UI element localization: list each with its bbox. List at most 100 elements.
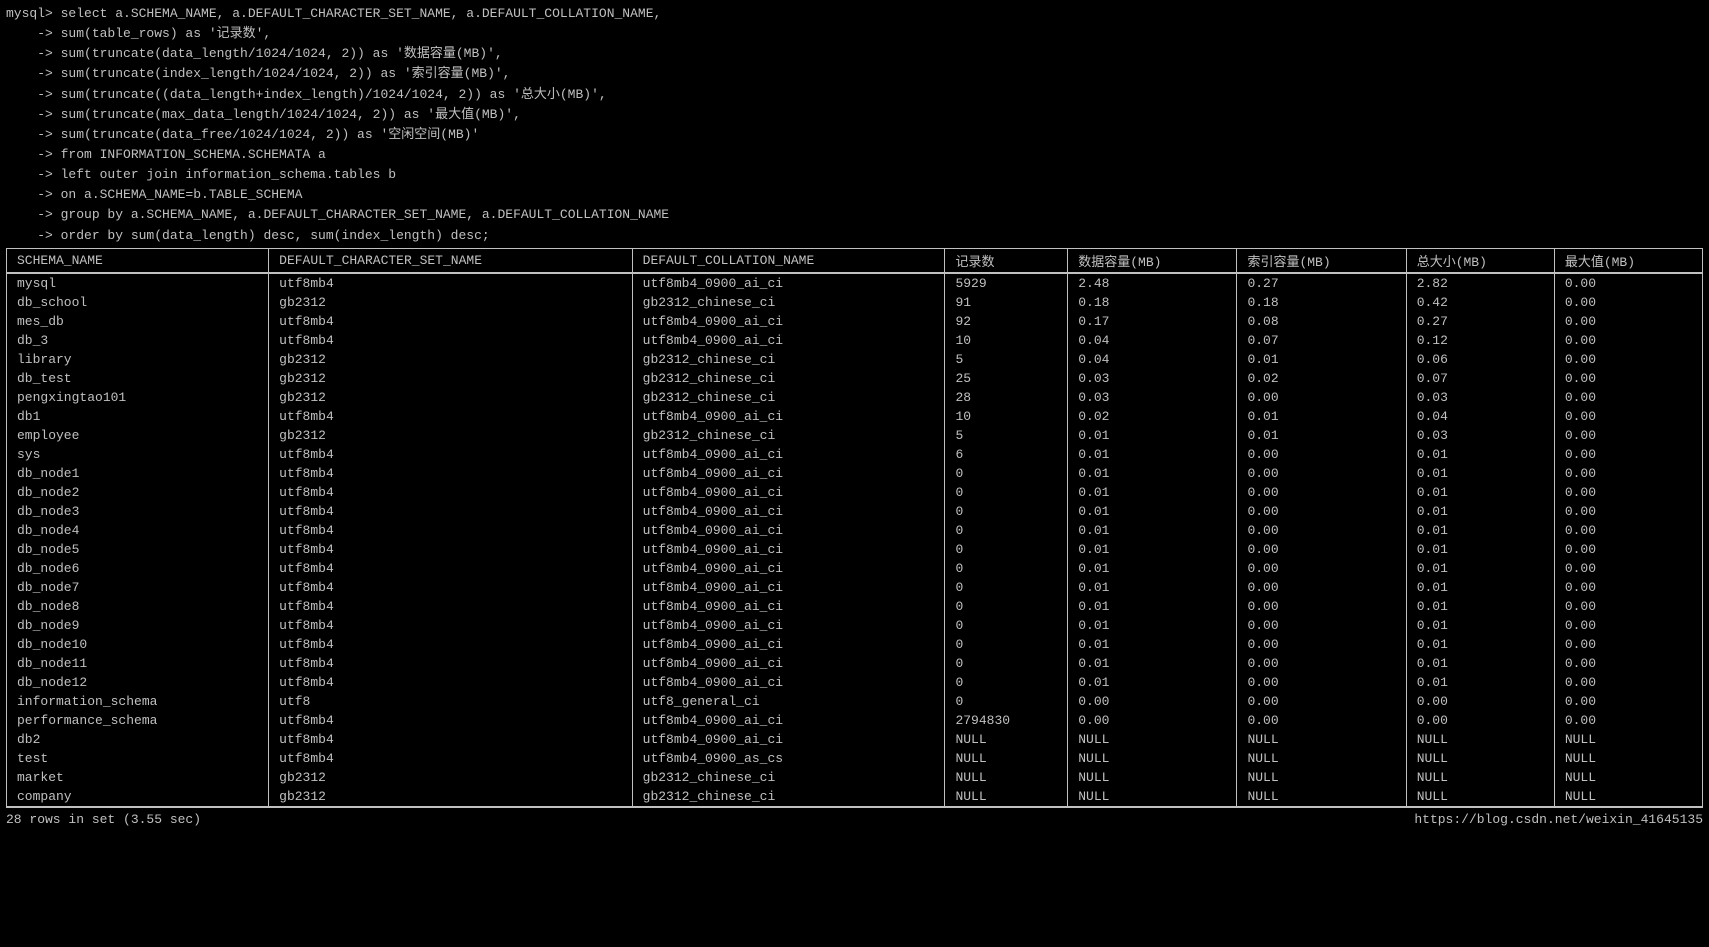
table-cell: 0.01 — [1068, 445, 1237, 464]
table-cell: 2.82 — [1406, 273, 1554, 293]
table-row: db2utf8mb4utf8mb4_0900_ai_ciNULLNULLNULL… — [7, 730, 1703, 749]
table-cell: 0.12 — [1406, 331, 1554, 350]
table-cell: 0.01 — [1406, 521, 1554, 540]
table-cell: db_node1 — [7, 464, 269, 483]
table-cell: performance_schema — [7, 711, 269, 730]
table-cell: utf8mb4_0900_ai_ci — [632, 331, 945, 350]
query-block: mysql> select a.SCHEMA_NAME, a.DEFAULT_C… — [6, 4, 1703, 246]
table-cell: NULL — [945, 768, 1068, 787]
table-cell: information_schema — [7, 692, 269, 711]
table-cell: utf8mb4 — [269, 749, 632, 768]
table-cell: 0.01 — [1406, 540, 1554, 559]
table-cell: utf8mb4 — [269, 654, 632, 673]
table-cell: 0.27 — [1406, 312, 1554, 331]
table-cell: 0.00 — [1554, 407, 1702, 426]
table-cell: 0.01 — [1068, 540, 1237, 559]
table-cell: 0.01 — [1406, 445, 1554, 464]
table-cell: 0.00 — [1237, 711, 1406, 730]
table-cell: utf8mb4_0900_ai_ci — [632, 540, 945, 559]
table-row: mysqlutf8mb4utf8mb4_0900_ai_ci59292.480.… — [7, 273, 1703, 293]
table-row: db_node5utf8mb4utf8mb4_0900_ai_ci00.010.… — [7, 540, 1703, 559]
table-row: performance_schemautf8mb4utf8mb4_0900_ai… — [7, 711, 1703, 730]
table-cell: 0.00 — [1237, 673, 1406, 692]
col-collation: DEFAULT_COLLATION_NAME — [632, 248, 945, 272]
table-cell: 0 — [945, 540, 1068, 559]
query-line-10: -> on a.SCHEMA_NAME=b.TABLE_SCHEMA — [6, 185, 1703, 205]
table-cell: NULL — [1406, 787, 1554, 807]
table-cell: 0.17 — [1068, 312, 1237, 331]
table-cell: 0.00 — [1237, 635, 1406, 654]
table-cell: gb2312_chinese_ci — [632, 426, 945, 445]
table-row: information_schemautf8utf8_general_ci00.… — [7, 692, 1703, 711]
table-cell: utf8mb4_0900_ai_ci — [632, 711, 945, 730]
table-cell: 0.01 — [1237, 407, 1406, 426]
table-cell: db_node7 — [7, 578, 269, 597]
table-cell: gb2312_chinese_ci — [632, 293, 945, 312]
table-cell: 0.01 — [1068, 483, 1237, 502]
table-row: sysutf8mb4utf8mb4_0900_ai_ci60.010.000.0… — [7, 445, 1703, 464]
table-cell: 0 — [945, 464, 1068, 483]
table-cell: 0.01 — [1406, 483, 1554, 502]
query-line-7: -> sum(truncate(data_free/1024/1024, 2))… — [6, 125, 1703, 145]
table-cell: 0.01 — [1068, 426, 1237, 445]
table-cell: utf8mb4_0900_ai_ci — [632, 673, 945, 692]
table-cell: 0.03 — [1068, 388, 1237, 407]
table-cell: utf8mb4_0900_ai_ci — [632, 445, 945, 464]
result-table: SCHEMA_NAME DEFAULT_CHARACTER_SET_NAME D… — [6, 248, 1703, 808]
table-cell: 25 — [945, 369, 1068, 388]
table-cell: gb2312_chinese_ci — [632, 787, 945, 807]
table-cell: NULL — [1406, 730, 1554, 749]
table-cell: market — [7, 768, 269, 787]
table-cell: utf8mb4 — [269, 540, 632, 559]
table-cell: 10 — [945, 331, 1068, 350]
table-cell: 0.00 — [1237, 654, 1406, 673]
table-cell: 0.01 — [1068, 654, 1237, 673]
table-cell: 0.00 — [1554, 521, 1702, 540]
table-cell: utf8mb4 — [269, 331, 632, 350]
table-cell: utf8mb4_0900_ai_ci — [632, 521, 945, 540]
table-cell: NULL — [1406, 768, 1554, 787]
table-cell: utf8mb4_0900_ai_ci — [632, 559, 945, 578]
table-cell: mes_db — [7, 312, 269, 331]
table-cell: 0 — [945, 521, 1068, 540]
table-cell: utf8mb4_0900_ai_ci — [632, 616, 945, 635]
table-cell: 0.00 — [1068, 711, 1237, 730]
table-cell: db_test — [7, 369, 269, 388]
table-row: librarygb2312gb2312_chinese_ci50.040.010… — [7, 350, 1703, 369]
table-cell: 0.03 — [1068, 369, 1237, 388]
table-cell: 0.00 — [1554, 273, 1702, 293]
table-cell: 0.00 — [1237, 692, 1406, 711]
table-cell: 0.00 — [1554, 445, 1702, 464]
table-cell: 0.00 — [1554, 483, 1702, 502]
table-row: db_node2utf8mb4utf8mb4_0900_ai_ci00.010.… — [7, 483, 1703, 502]
table-cell: 0.01 — [1068, 597, 1237, 616]
query-line-5: -> sum(truncate((data_length+index_lengt… — [6, 85, 1703, 105]
table-cell: 0.01 — [1068, 502, 1237, 521]
table-cell: utf8mb4_0900_ai_ci — [632, 578, 945, 597]
table-cell: db_node9 — [7, 616, 269, 635]
table-cell: 0.00 — [1406, 692, 1554, 711]
table-cell: 2.48 — [1068, 273, 1237, 293]
table-cell: NULL — [1068, 749, 1237, 768]
table-cell: 0.00 — [1554, 426, 1702, 445]
table-cell: utf8mb4_0900_ai_ci — [632, 730, 945, 749]
table-cell: utf8mb4 — [269, 464, 632, 483]
query-line-2: -> sum(table_rows) as '记录数', — [6, 24, 1703, 44]
table-cell: utf8mb4_0900_ai_ci — [632, 464, 945, 483]
table-cell: 0.03 — [1406, 388, 1554, 407]
table-cell: gb2312 — [269, 350, 632, 369]
table-cell: db_node6 — [7, 559, 269, 578]
table-cell: 0 — [945, 635, 1068, 654]
table-cell: 0.08 — [1237, 312, 1406, 331]
table-cell: utf8mb4 — [269, 312, 632, 331]
table-row: db_node7utf8mb4utf8mb4_0900_ai_ci00.010.… — [7, 578, 1703, 597]
table-row: db_node9utf8mb4utf8mb4_0900_ai_ci00.010.… — [7, 616, 1703, 635]
query-line-4: -> sum(truncate(index_length/1024/1024, … — [6, 64, 1703, 84]
footer-link[interactable]: https://blog.csdn.net/weixin_41645135 — [1414, 812, 1703, 827]
table-cell: utf8mb4_0900_ai_ci — [632, 502, 945, 521]
table-cell: 0.42 — [1406, 293, 1554, 312]
table-cell: gb2312 — [269, 369, 632, 388]
table-cell: utf8mb4 — [269, 711, 632, 730]
table-cell: 0.00 — [1554, 711, 1702, 730]
table-cell: 0.00 — [1554, 616, 1702, 635]
